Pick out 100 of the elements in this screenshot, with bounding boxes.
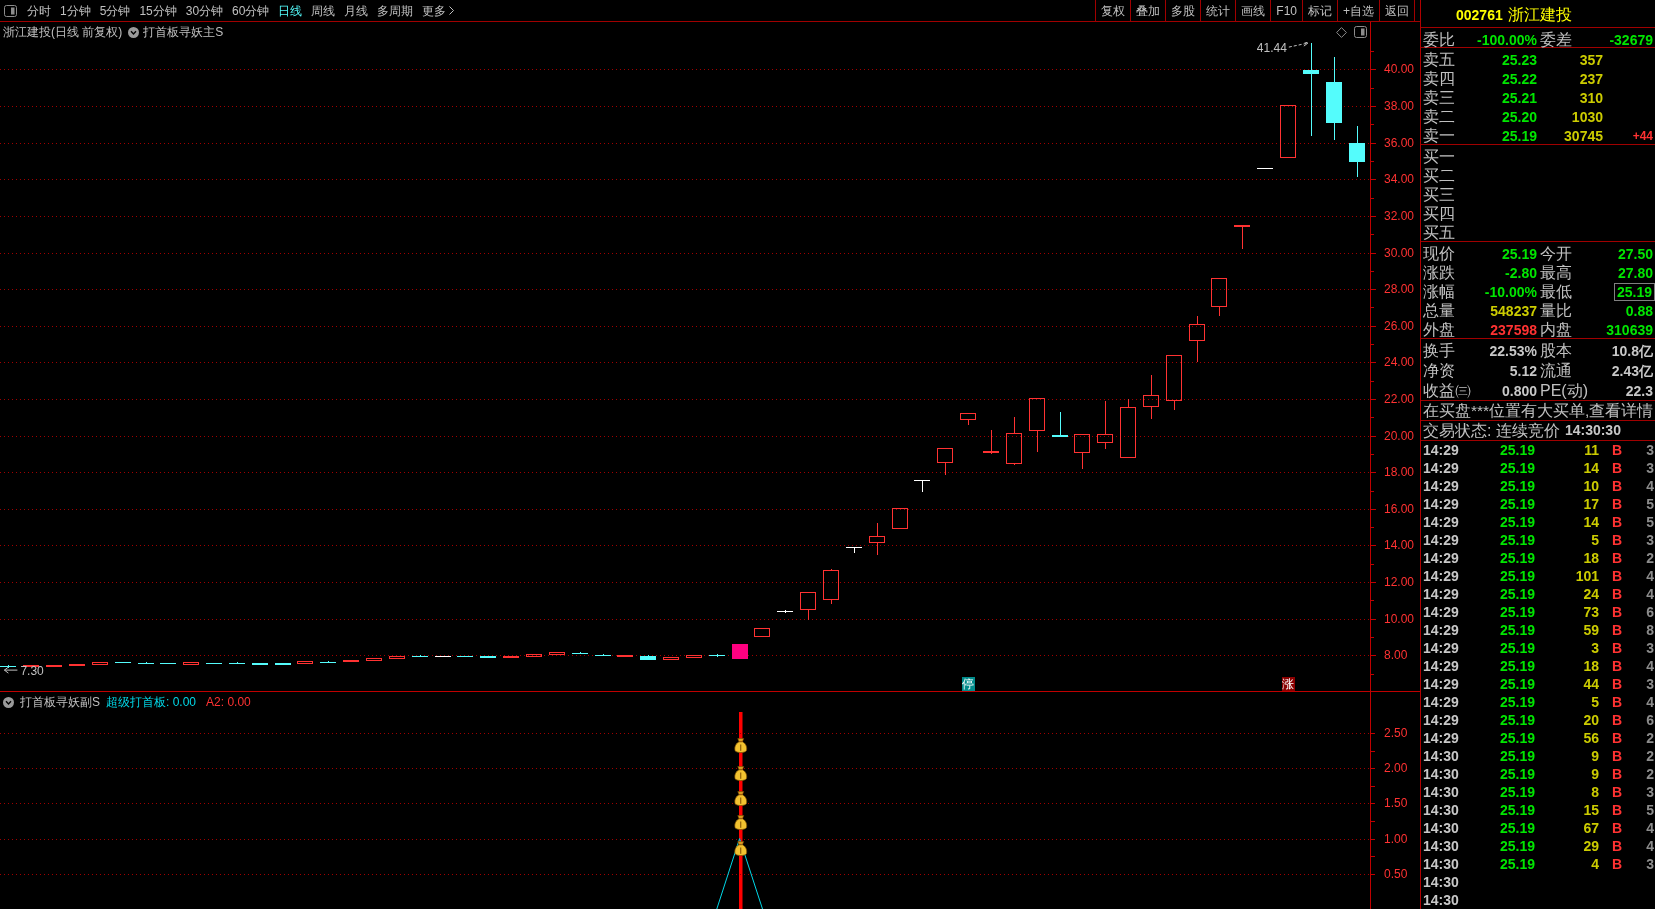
quote-value: 27.50 <box>1617 245 1654 262</box>
period-tab[interactable]: 分时 <box>27 2 51 19</box>
trade-side: B <box>1612 621 1623 639</box>
quote-label: 股本 <box>1540 343 1572 359</box>
quote-label: 现价 <box>1423 245 1455 262</box>
trade-time: 14:30 <box>1423 783 1459 801</box>
toolbar-button[interactable]: 画线 <box>1235 0 1271 21</box>
ask-volume: 310 <box>1579 90 1603 106</box>
trade-price: 25.19 <box>1499 567 1535 585</box>
trade-side: B <box>1612 819 1623 837</box>
toolbar-button[interactable]: 标记 <box>1302 0 1337 21</box>
trade-volume: 18 <box>1583 549 1599 567</box>
quote-label: 量比 <box>1540 302 1572 319</box>
diamond-icon[interactable] <box>1336 26 1347 38</box>
period-tab[interactable]: 30分钟 <box>185 2 224 19</box>
panel-icon[interactable] <box>4 4 17 17</box>
axis-label: 1.00 <box>1384 831 1408 846</box>
trade-side: B <box>1612 711 1623 729</box>
ask-price: 25.23 <box>1501 52 1537 68</box>
trade-side: B <box>1612 477 1623 495</box>
period-tab[interactable]: 日线 <box>278 2 303 19</box>
trade-side: B <box>1612 765 1623 783</box>
trade-price: 25.19 <box>1499 513 1535 531</box>
trade-number: 4 <box>1646 477 1654 495</box>
trade-volume: 5 <box>1591 531 1599 549</box>
quote-value: 0.88 <box>1625 302 1654 319</box>
trade-time: 14:29 <box>1423 477 1459 495</box>
toolbar-button[interactable]: 叠加 <box>1130 0 1166 21</box>
trade-price: 25.19 <box>1499 693 1535 711</box>
quote-label: 总量 <box>1423 302 1455 319</box>
trade-side: B <box>1612 783 1623 801</box>
notice-link[interactable]: 在买盘***位置有大买单,查看详情 <box>1423 401 1654 420</box>
dropdown-icon[interactable] <box>128 26 140 38</box>
trade-volume: 14 <box>1583 459 1599 477</box>
trade-number: 5 <box>1646 801 1654 819</box>
toolbar-button[interactable]: 统计 <box>1200 0 1236 21</box>
indicator-name: 打首板寻妖副S <box>20 694 100 711</box>
quote-label: 最高 <box>1540 264 1572 281</box>
toolbar-button[interactable]: 复权 <box>1095 0 1131 21</box>
toolbar-button[interactable]: 多股 <box>1165 0 1201 21</box>
trade-volume: 10 <box>1583 477 1599 495</box>
quote-value: 22.53% <box>1489 343 1537 359</box>
quote-value: 27.80 <box>1617 264 1654 281</box>
axis-label: 10.00 <box>1384 611 1415 626</box>
trade-price: 25.19 <box>1499 729 1535 747</box>
trade-volume: 9 <box>1591 747 1599 765</box>
quote-label: 外盘 <box>1423 321 1455 338</box>
axis-label: 40.00 <box>1384 62 1415 77</box>
trade-side: B <box>1612 441 1623 459</box>
bag-icon <box>734 791 748 806</box>
bid-label: 买五 <box>1423 224 1455 241</box>
axis-label: 12.00 <box>1384 575 1415 590</box>
panel-icon[interactable] <box>1354 26 1367 38</box>
toolbar-button[interactable]: F10 <box>1270 0 1302 21</box>
quote-label: 流通 <box>1540 363 1572 379</box>
trade-volume: 73 <box>1583 603 1599 621</box>
period-tab[interactable]: 1分钟 <box>60 2 91 19</box>
dropdown-icon[interactable] <box>3 696 14 708</box>
period-tab[interactable]: 周线 <box>311 2 336 19</box>
ask-price: 25.20 <box>1501 109 1537 125</box>
trade-time: 14:30 <box>1423 855 1459 873</box>
trade-volume: 15 <box>1583 801 1599 819</box>
quote-value: 5.12 <box>1509 363 1537 379</box>
period-tab[interactable]: 15分钟 <box>139 2 177 19</box>
trade-side: B <box>1612 855 1623 873</box>
trade-time: 14:29 <box>1423 495 1459 513</box>
trade-time: 14:30 <box>1423 891 1459 909</box>
period-tab[interactable]: 多周期 <box>377 2 414 19</box>
volume-change: +44 <box>1632 128 1653 144</box>
toolbar-button[interactable]: 返回 <box>1379 0 1414 21</box>
axis-label: 16.00 <box>1384 501 1415 516</box>
trade-number: 5 <box>1646 513 1654 531</box>
ask-label: 卖五 <box>1423 52 1455 68</box>
bag-icon <box>734 815 748 830</box>
trade-volume: 17 <box>1583 495 1599 513</box>
more-button[interactable]: 更多 <box>422 2 455 19</box>
period-tab[interactable]: 月线 <box>344 2 369 19</box>
trade-volume: 56 <box>1583 729 1599 747</box>
trade-volume: 3 <box>1591 639 1599 657</box>
trade-number: 2 <box>1646 729 1654 747</box>
trade-time: 14:30 <box>1423 765 1459 783</box>
trade-number: 2 <box>1646 549 1654 567</box>
ask-label: 卖一 <box>1423 128 1455 144</box>
trade-side: B <box>1612 531 1623 549</box>
trade-time: 14:29 <box>1423 675 1459 693</box>
quote-value: -100.00% <box>1477 32 1537 48</box>
trade-number: 6 <box>1646 711 1654 729</box>
trade-number: 3 <box>1646 855 1654 873</box>
quote-label: 收益㈢ <box>1423 383 1471 399</box>
toolbar-button[interactable]: +自选 <box>1337 0 1379 21</box>
period-tab[interactable]: 5分钟 <box>99 2 131 19</box>
period-tab[interactable]: 60分钟 <box>232 2 270 19</box>
axis-label: 0.50 <box>1384 866 1408 881</box>
trade-number: 5 <box>1646 495 1654 513</box>
status-time: 14:30:30 <box>1564 421 1621 440</box>
trade-time: 14:29 <box>1423 603 1459 621</box>
trade-number: 4 <box>1646 657 1654 675</box>
quote-label: 委差 <box>1540 32 1572 48</box>
ask-volume: 1030 <box>1571 109 1603 125</box>
trade-time: 14:30 <box>1423 837 1459 855</box>
